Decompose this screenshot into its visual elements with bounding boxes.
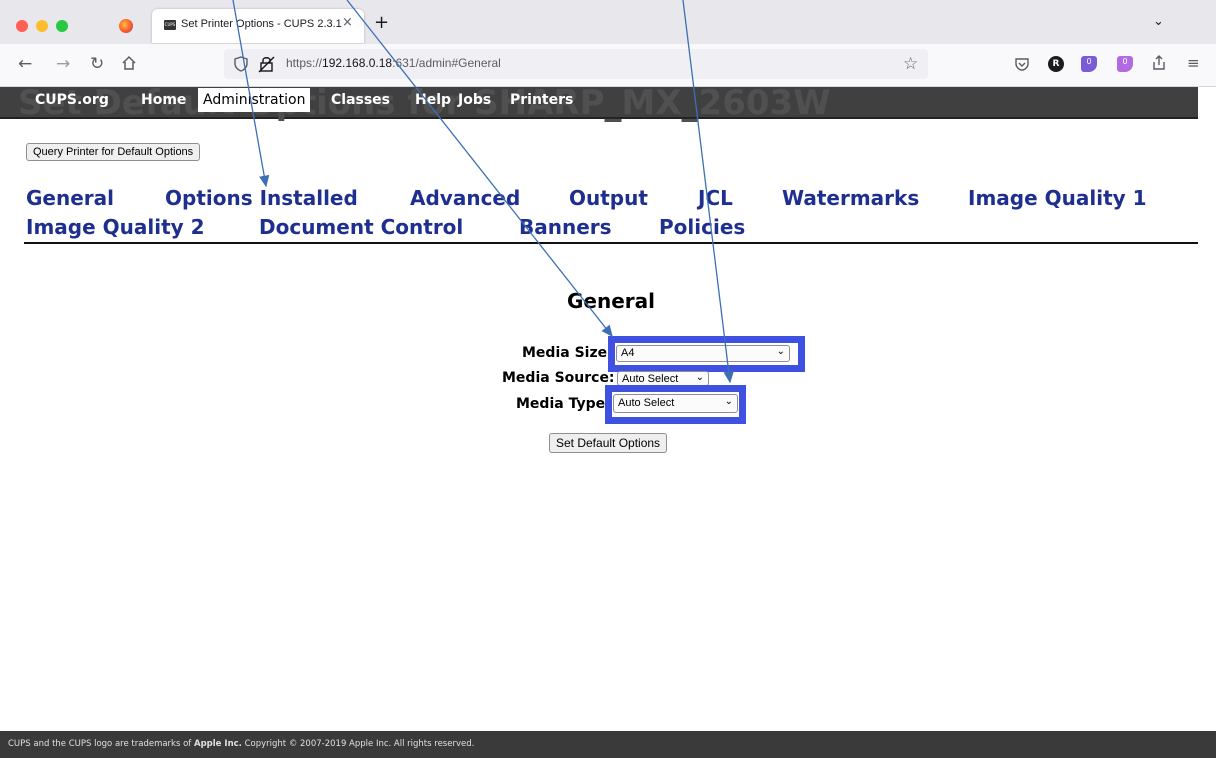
tab-banners[interactable]: Banners — [519, 215, 612, 239]
list-all-tabs-icon[interactable]: ⌄ — [1153, 14, 1164, 29]
account-icon[interactable]: R — [1048, 56, 1064, 72]
media-type-label: Media Type — [516, 396, 606, 412]
tab-general[interactable]: General — [26, 186, 114, 210]
shield-icon[interactable] — [234, 56, 248, 76]
browser-nav-bar: ← → ↻ https://192.168.0.18:631/admin#Gen… — [0, 44, 1216, 87]
tabs-divider — [24, 242, 1198, 244]
media-source-label: Media Source: — [502, 370, 615, 386]
menu-classes[interactable]: Classes — [327, 90, 394, 110]
url-host: 192.168.0.18 — [322, 56, 393, 70]
firefox-icon[interactable] — [119, 19, 133, 33]
menu-icon[interactable]: ≡ — [1187, 54, 1200, 72]
footer-text: CUPS and the CUPS logo are trademarks of… — [8, 739, 474, 749]
menu-home[interactable]: Home — [137, 90, 190, 110]
pocket-icon[interactable] — [1014, 56, 1030, 72]
menu-administration[interactable]: Administration — [198, 88, 311, 112]
footer-apple-link[interactable]: Apple Inc. — [194, 739, 242, 749]
menu-jobs[interactable]: Jobs — [454, 90, 495, 110]
media-size-select[interactable]: A4 ⌄ — [616, 345, 790, 362]
extension-icon[interactable]: 0 — [1081, 56, 1097, 72]
menu-printers[interactable]: Printers — [506, 90, 577, 110]
tab-policies[interactable]: Policies — [659, 215, 745, 239]
menu-cups-org[interactable]: CUPS.org — [31, 90, 113, 110]
media-type-value: Auto Select — [618, 397, 675, 409]
home-icon[interactable] — [121, 55, 137, 75]
query-printer-button[interactable]: Query Printer for Default Options — [26, 143, 201, 161]
tab-image-quality-1[interactable]: Image Quality 1 — [968, 186, 1147, 210]
new-tab-icon[interactable]: + — [374, 12, 389, 33]
chevron-down-icon: ⌄ — [695, 372, 704, 383]
zoom-window-icon[interactable] — [56, 20, 68, 32]
back-icon[interactable]: ← — [18, 54, 32, 74]
tab-image-quality-2[interactable]: Image Quality 2 — [26, 215, 205, 239]
reload-icon[interactable]: ↻ — [90, 54, 104, 74]
set-default-options-button[interactable]: Set Default Options — [549, 433, 668, 453]
footer-text-before: CUPS and the CUPS logo are trademarks of — [8, 739, 195, 749]
url-scheme: https:// — [286, 56, 323, 70]
close-window-icon[interactable] — [16, 20, 28, 32]
media-size-label: Media Size: — [522, 345, 613, 361]
media-source-value: Auto Select — [622, 373, 679, 385]
browser-tab-active[interactable]: CUPS Set Printer Options - CUPS 2.3.1 × — [152, 9, 364, 43]
tab-document-control[interactable]: Document Control — [259, 215, 463, 239]
star-icon[interactable]: ☆ — [903, 54, 918, 74]
forward-icon[interactable]: → — [56, 54, 70, 74]
tab-options-installed[interactable]: Options Installed — [165, 186, 358, 210]
section-title: General — [567, 289, 655, 313]
page-footer: CUPS and the CUPS logo are trademarks of… — [0, 731, 1216, 758]
url-path: :631/admin#General — [392, 56, 501, 70]
share-icon[interactable] — [1151, 54, 1167, 76]
tab-title: Set Printer Options - CUPS 2.3.1 — [181, 18, 342, 30]
menu-help[interactable]: Help — [411, 90, 455, 110]
extension-icon[interactable]: 0 — [1117, 56, 1133, 72]
minimize-window-icon[interactable] — [36, 20, 48, 32]
media-type-select[interactable]: Auto Select ⌄ — [613, 394, 738, 413]
media-size-value: A4 — [621, 347, 635, 359]
footer-text-after: Copyright © 2007-2019 Apple Inc. All rig… — [241, 739, 475, 749]
tab-watermarks[interactable]: Watermarks — [782, 186, 919, 210]
tab-close-icon[interactable]: × — [342, 15, 353, 30]
url-bar[interactable]: https://192.168.0.18:631/admin#General ☆ — [224, 49, 928, 79]
tab-jcl[interactable]: JCL — [698, 186, 733, 210]
browser-tab-strip: CUPS Set Printer Options - CUPS 2.3.1 × … — [0, 0, 1216, 44]
tab-output[interactable]: Output — [569, 186, 648, 210]
media-source-select[interactable]: Auto Select ⌄ — [617, 371, 709, 386]
url-text: https://192.168.0.18:631/admin#General — [286, 56, 501, 70]
chevron-down-icon: ⌄ — [776, 346, 785, 357]
chevron-down-icon: ⌄ — [724, 396, 733, 407]
cups-favicon-icon: CUPS — [164, 20, 176, 30]
lock-icon[interactable] — [258, 55, 276, 77]
tab-advanced[interactable]: Advanced — [410, 186, 520, 210]
